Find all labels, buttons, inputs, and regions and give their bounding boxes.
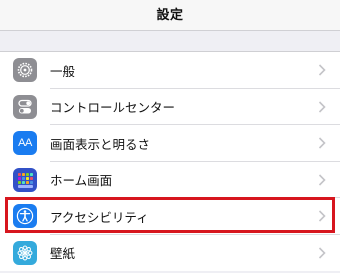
toggles-icon (13, 94, 37, 119)
chevron-right-icon (318, 101, 326, 113)
settings-item-label: コントロールセンター (50, 100, 176, 116)
chevron-right-icon (318, 247, 326, 259)
settings-item-label: 画面表示と明るさ (50, 136, 151, 152)
settings-item-label: ホーム画面 (50, 173, 113, 189)
flower-icon (13, 240, 37, 265)
gear-icon (13, 58, 37, 83)
section-gap (0, 31, 340, 51)
accessibility-icon (13, 204, 37, 229)
text-size-icon: AA (13, 131, 37, 156)
chevron-right-icon (318, 174, 326, 186)
navigation-bar: 設定 (0, 0, 340, 31)
settings-item-home-screen[interactable]: ホーム画面 (0, 162, 340, 199)
page-title: 設定 (156, 7, 184, 23)
chevron-right-icon (318, 137, 326, 149)
settings-list: 一般 コントロールセンター AA 画面表示と明るさ ホーム画面 アクセシビリティ… (0, 51, 340, 271)
settings-item-general[interactable]: 一般 (0, 52, 340, 89)
chevron-right-icon (318, 210, 326, 222)
settings-item-label: 壁紙 (50, 246, 76, 262)
app-grid-icon (13, 167, 37, 192)
settings-item-label: 一般 (50, 63, 76, 79)
settings-item-wallpaper[interactable]: 壁紙 (0, 235, 340, 272)
chevron-right-icon (318, 64, 326, 76)
settings-item-control-center[interactable]: コントロールセンター (0, 89, 340, 126)
settings-item-display-brightness[interactable]: AA 画面表示と明るさ (0, 125, 340, 162)
settings-item-label: アクセシビリティ (50, 209, 149, 225)
settings-item-accessibility[interactable]: アクセシビリティ (0, 198, 340, 235)
